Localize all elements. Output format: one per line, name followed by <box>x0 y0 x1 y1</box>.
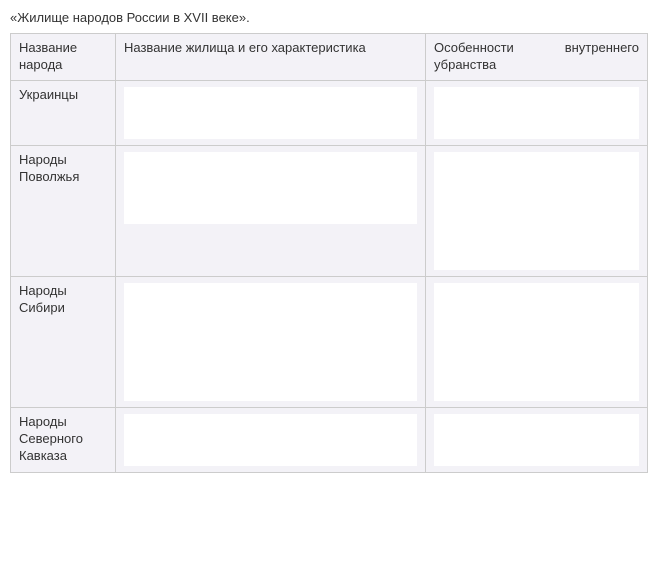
peoples-table: Название народа Название жилища и его ха… <box>10 33 648 473</box>
table-row: Народы Северного Кавказа <box>11 407 648 472</box>
row-name-cell: Народы Поволжья <box>11 145 116 276</box>
header-dwelling: Название жилища и его характеристика <box>116 34 426 81</box>
header-interior: Особенности внутреннего убранства <box>426 34 648 81</box>
header-interior-word2: внутреннего <box>565 40 639 55</box>
row-dwelling-cell <box>116 276 426 407</box>
row-interior-cell <box>426 145 648 276</box>
dwelling-input[interactable] <box>124 414 417 466</box>
table-row: Народы Поволжья <box>11 145 648 276</box>
interior-input[interactable] <box>434 283 639 401</box>
row-dwelling-cell <box>116 80 426 145</box>
table-row: Народы Сибири <box>11 276 648 407</box>
header-interior-word3: убранства <box>434 57 639 74</box>
dwelling-input[interactable] <box>124 283 417 401</box>
row-name-cell: Украинцы <box>11 80 116 145</box>
row-interior-cell <box>426 276 648 407</box>
header-people: Название народа <box>11 34 116 81</box>
interior-input[interactable] <box>434 414 639 466</box>
row-interior-cell <box>426 80 648 145</box>
row-name-cell: Народы Северного Кавказа <box>11 407 116 472</box>
table-header-row: Название народа Название жилища и его ха… <box>11 34 648 81</box>
table-row: Украинцы <box>11 80 648 145</box>
dwelling-input[interactable] <box>124 87 417 139</box>
row-dwelling-cell <box>116 407 426 472</box>
row-dwelling-cell <box>116 145 426 276</box>
dwelling-input[interactable] <box>124 152 417 224</box>
header-interior-word1: Особенности <box>434 40 514 55</box>
page-title: «Жилище народов России в XVII веке». <box>10 10 649 25</box>
row-name-cell: Народы Сибири <box>11 276 116 407</box>
interior-input[interactable] <box>434 87 639 139</box>
interior-input[interactable] <box>434 152 639 270</box>
row-interior-cell <box>426 407 648 472</box>
